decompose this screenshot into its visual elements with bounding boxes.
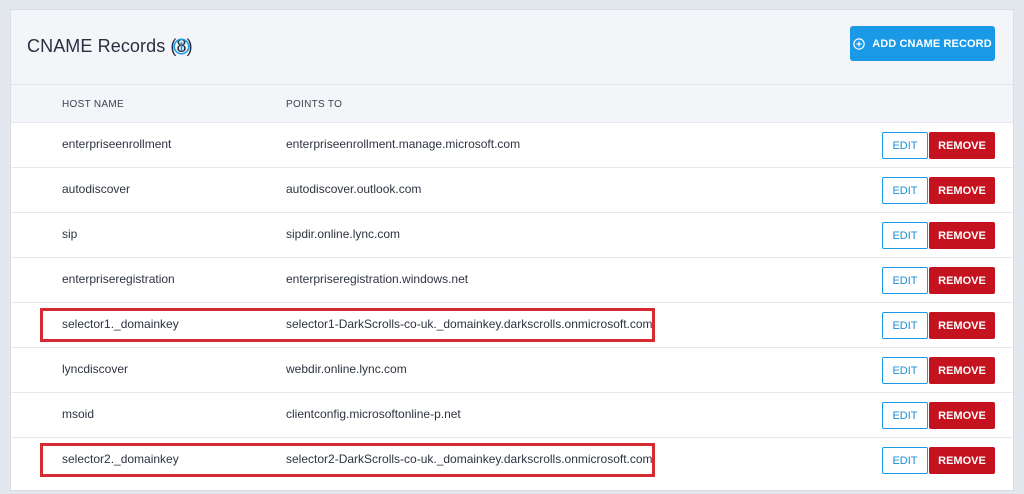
edit-button[interactable]: EDIT bbox=[882, 357, 928, 384]
host-name-cell: lyncdiscover bbox=[62, 362, 129, 376]
info-icon[interactable] bbox=[173, 38, 190, 55]
edit-button[interactable]: EDIT bbox=[882, 222, 928, 249]
table-row: lyncdiscover webdir.online.lync.com EDIT RE… bbox=[11, 348, 1013, 393]
cname-records-panel: CNAME Records (8) ADD CNAME RECORD HOST … bbox=[10, 9, 1014, 491]
points-to-cell: enterpriseenrollment.manage.microsoft.co… bbox=[286, 137, 521, 151]
table-row: enterpriseenrollment enterpriseenrollment… bbox=[11, 123, 1013, 168]
edit-button[interactable]: EDIT bbox=[882, 447, 928, 474]
row-actions: EDIT REMOVE bbox=[882, 222, 995, 249]
row-actions: EDIT REMOVE bbox=[882, 267, 995, 294]
edit-button[interactable]: EDIT bbox=[882, 402, 928, 429]
plus-circle-icon bbox=[853, 37, 865, 50]
remove-button[interactable]: REMOVE bbox=[929, 222, 995, 249]
host-name-cell: enterpriseenrollment bbox=[62, 137, 172, 151]
points-to-cell: autodiscover.outlook.com bbox=[286, 182, 422, 196]
host-name-cell: selector1._domainkey bbox=[62, 317, 179, 331]
points-to-cell: sipdir.online.lync.com bbox=[286, 227, 401, 241]
row-actions: EDIT REMOVE bbox=[882, 132, 995, 159]
edit-button[interactable]: EDIT bbox=[882, 312, 928, 339]
remove-button[interactable]: REMOVE bbox=[929, 447, 995, 474]
host-name-cell: selector2._domainkey bbox=[62, 452, 179, 466]
page-title: CNAME Records (8) bbox=[27, 36, 193, 56]
table-row: msoid clientconfig.microsoftonline-p.net E… bbox=[11, 393, 1013, 438]
remove-button[interactable]: REMOVE bbox=[929, 312, 995, 339]
panel-header: CNAME Records (8) ADD CNAME RECORD bbox=[11, 10, 1013, 85]
points-to-cell: enterpriseregistration.windows.net bbox=[286, 272, 469, 286]
table-row: selector2._domainkey selector2-DarkScroll… bbox=[11, 438, 1013, 483]
host-name-cell: autodiscover bbox=[62, 182, 131, 196]
row-actions: EDIT REMOVE bbox=[882, 177, 995, 204]
remove-button[interactable]: REMOVE bbox=[929, 132, 995, 159]
table-row: selector1._domainkey selector1-DarkScroll… bbox=[11, 303, 1013, 348]
table-header: HOST NAME POINTS TO bbox=[11, 85, 1013, 123]
column-header-points-to: POINTS TO bbox=[286, 99, 343, 110]
row-actions: EDIT REMOVE bbox=[882, 357, 995, 384]
add-button-label: ADD CNAME RECORD bbox=[872, 37, 992, 50]
table-row: sip sipdir.online.lync.com EDIT REMOVE bbox=[11, 213, 1013, 258]
table-row: enterpriseregistration enterpriseregistra… bbox=[11, 258, 1013, 303]
remove-button[interactable]: REMOVE bbox=[929, 357, 995, 384]
table-row: autodiscover autodiscover.outlook.com EDIT… bbox=[11, 168, 1013, 213]
points-to-cell: selector1-DarkScrolls-co-uk._domainkey.d… bbox=[286, 317, 653, 331]
row-actions: EDIT REMOVE bbox=[882, 402, 995, 429]
row-actions: EDIT REMOVE bbox=[882, 447, 995, 474]
remove-button[interactable]: REMOVE bbox=[929, 402, 995, 429]
edit-button[interactable]: EDIT bbox=[882, 177, 928, 204]
remove-button[interactable]: REMOVE bbox=[929, 267, 995, 294]
host-name-cell: msoid bbox=[62, 407, 95, 421]
add-cname-record-button[interactable]: ADD CNAME RECORD bbox=[850, 26, 995, 61]
points-to-cell: selector2-DarkScrolls-co-uk._domainkey.d… bbox=[286, 452, 653, 466]
row-actions: EDIT REMOVE bbox=[882, 312, 995, 339]
points-to-cell: clientconfig.microsoftonline-p.net bbox=[286, 407, 461, 421]
table-body: enterpriseenrollment enterpriseenrollment… bbox=[11, 123, 1013, 483]
edit-button[interactable]: EDIT bbox=[882, 132, 928, 159]
edit-button[interactable]: EDIT bbox=[882, 267, 928, 294]
host-name-cell: sip bbox=[62, 227, 78, 241]
points-to-cell: webdir.online.lync.com bbox=[286, 362, 407, 376]
column-header-host-name: HOST NAME bbox=[62, 99, 124, 110]
host-name-cell: enterpriseregistration bbox=[62, 272, 175, 286]
remove-button[interactable]: REMOVE bbox=[929, 177, 995, 204]
